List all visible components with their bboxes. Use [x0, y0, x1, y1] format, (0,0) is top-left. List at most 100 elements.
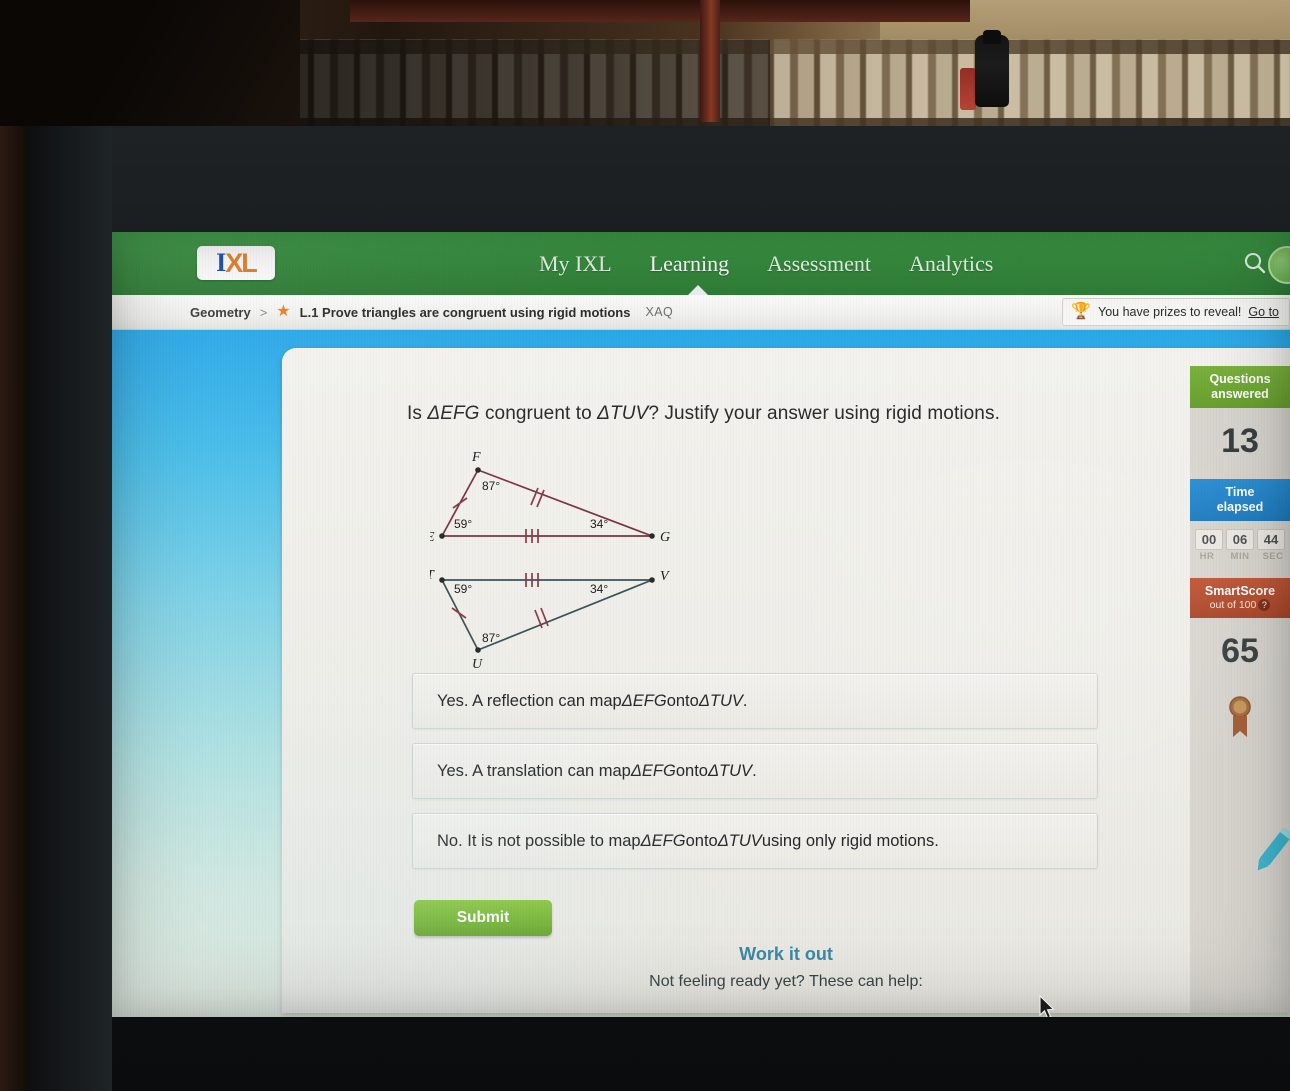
work-it-out-section: Work it out Not feeling ready yet? These… — [282, 944, 1290, 991]
svg-text:59°: 59° — [454, 517, 472, 531]
prompt-triangle-efg: ΔEFG — [427, 403, 480, 424]
option-1-t1: ΔEFG — [621, 691, 667, 710]
svg-text:87°: 87° — [482, 479, 500, 493]
option-2-pre: Yes. A translation can map — [437, 761, 631, 780]
question-card-inner: Is ΔEFG congruent to ΔTUV? Justify your … — [282, 348, 1290, 1013]
questions-answered-value: 13 — [1221, 422, 1259, 460]
trophy-icon: 🏆 — [1071, 303, 1092, 320]
geometry-diagram: E F G 87° 59° 34° — [425, 448, 730, 683]
prize-banner[interactable]: 🏆 You have prizes to reveal! Go to — [1062, 298, 1290, 326]
award-ribbon-icon — [1225, 695, 1255, 746]
questions-answered-label-1: Questions — [1209, 372, 1271, 386]
option-3-post: using only rigid motions. — [761, 831, 939, 850]
answer-options: Yes. A reflection can map ΔEFG onto ΔTUV… — [412, 673, 1098, 883]
black-bottle — [975, 35, 1009, 107]
option-2-mid: onto — [675, 761, 708, 780]
logo-letter-i: I — [216, 248, 226, 277]
option-3-mid: onto — [685, 831, 718, 850]
smartscore-header: SmartScore out of 100? — [1190, 578, 1290, 618]
timer-minutes: 06 — [1226, 529, 1254, 550]
question-card: Is ΔEFG congruent to ΔTUV? Justify your … — [282, 348, 1290, 1013]
room-backdrop — [0, 0, 1290, 130]
star-icon[interactable]: ★ — [276, 304, 290, 320]
svg-text:T: T — [430, 568, 435, 583]
question-mark-icon[interactable]: ? — [1258, 599, 1271, 612]
submit-button[interactable]: Submit — [414, 900, 552, 936]
option-3-t2: ΔTUV — [717, 831, 762, 850]
timer-hours: 00 — [1195, 529, 1223, 550]
smartscore-value: 65 — [1221, 631, 1259, 670]
timer-sec-label: SEC — [1262, 551, 1284, 562]
logo-letters-xl: XL — [225, 247, 257, 278]
breadcrumb-separator: > — [259, 304, 268, 320]
svg-text:V: V — [660, 569, 670, 584]
svg-text:F: F — [471, 450, 481, 465]
svg-text:59°: 59° — [454, 582, 472, 596]
timer-min-label: MIN — [1230, 551, 1250, 562]
prize-banner-link[interactable]: Go to — [1248, 305, 1279, 319]
breadcrumb-subject[interactable]: Geometry — [190, 305, 251, 320]
questions-answered-header: Questions answered — [1190, 366, 1290, 408]
table-top — [350, 0, 970, 22]
svg-text:G: G — [660, 530, 670, 545]
elapsed-timer: 00 06 44 — [1195, 521, 1285, 551]
mouse-pointer-icon — [1039, 994, 1057, 1017]
work-it-out-title[interactable]: Work it out — [282, 944, 1290, 965]
question-prompt: Is ΔEFG congruent to ΔTUV? Justify your … — [407, 403, 1000, 425]
svg-text:34°: 34° — [590, 582, 608, 596]
answer-option-3[interactable]: No. It is not possible to map ΔEFG onto … — [412, 813, 1098, 869]
option-2-t1: ΔEFG — [630, 761, 676, 780]
timer-hr-label: HR — [1199, 551, 1215, 562]
prompt-prefix: Is — [407, 403, 428, 424]
time-elapsed-label-2: elapsed — [1216, 500, 1264, 514]
breadcrumb-skill-name: L.1 Prove triangles are congruent using … — [299, 304, 631, 320]
option-3-pre: No. It is not possible to map — [437, 831, 641, 850]
time-elapsed-label-1: Time — [1225, 485, 1255, 499]
smartscore-subheader: out of 100? — [1190, 599, 1290, 612]
option-2-post: . — [752, 761, 757, 780]
nav-item-my-ixl[interactable]: My IXL — [537, 247, 614, 281]
nav-item-analytics[interactable]: Analytics — [907, 247, 995, 281]
triangle-tuv: T U V 59° 87° 34° — [426, 568, 670, 672]
prompt-suffix: ? Justify your answer using rigid motion… — [648, 403, 1000, 424]
svg-text:87°: 87° — [482, 631, 500, 645]
timer-seconds: 44 — [1257, 529, 1285, 550]
ixl-logo[interactable]: I XL — [197, 246, 275, 280]
prompt-triangle-tuv: ΔTUV — [597, 403, 649, 424]
wood-surface-edge — [0, 126, 26, 1091]
triangle-efg: E F G 87° 59° 34° — [425, 450, 670, 545]
option-1-pre: Yes. A reflection can map — [437, 691, 622, 710]
option-1-mid: onto — [666, 691, 699, 710]
prompt-mid: congruent to — [479, 403, 598, 424]
pencil-icon — [1247, 819, 1290, 881]
breadcrumb-bar: Geometry > ★ L.1 Prove triangles are con… — [112, 295, 1290, 330]
timer-unit-labels: HR MIN SEC — [1192, 551, 1288, 562]
user-avatar[interactable] — [1268, 246, 1290, 284]
time-elapsed-header: Time elapsed — [1190, 479, 1290, 521]
stats-sidebar: Questions answered 13 Time elapsed 00 06… — [1190, 366, 1290, 1013]
table-leg — [700, 0, 720, 122]
work-it-out-subtitle: Not feeling ready yet? These can help: — [649, 973, 923, 990]
smartscore-label: SmartScore — [1204, 584, 1276, 598]
smartscore-out-of-text: out of 100 — [1209, 599, 1257, 611]
option-2-t2: ΔTUV — [707, 761, 753, 780]
questions-answered-label-2: answered — [1211, 387, 1269, 401]
svg-text:E: E — [430, 530, 435, 545]
search-icon[interactable] — [1242, 250, 1268, 276]
red-object — [960, 68, 976, 110]
laptop-screen: I XL My IXL Learning Assessment Analytics… — [112, 232, 1290, 1017]
answer-option-1[interactable]: Yes. A reflection can map ΔEFG onto ΔTUV… — [412, 673, 1098, 729]
svg-text:34°: 34° — [590, 517, 608, 531]
page-background: Is ΔEFG congruent to ΔTUV? Justify your … — [112, 330, 1290, 1017]
dark-foreground-mass — [0, 0, 300, 130]
breadcrumb-skill-code: XAQ — [645, 305, 674, 319]
option-1-t2: ΔTUV — [698, 691, 743, 710]
breadcrumb: Geometry > ★ L.1 Prove triangles are con… — [190, 304, 673, 320]
answer-option-2[interactable]: Yes. A translation can map ΔEFG onto ΔTU… — [412, 743, 1098, 799]
top-navigation-bar: I XL My IXL Learning Assessment Analytics — [112, 232, 1290, 296]
option-3-t1: ΔEFG — [640, 831, 686, 850]
nav-item-assessment[interactable]: Assessment — [765, 247, 873, 281]
nav-links: My IXL Learning Assessment Analytics — [537, 232, 995, 295]
nav-item-learning[interactable]: Learning — [648, 247, 731, 281]
prize-banner-text: You have prizes to reveal! — [1098, 305, 1242, 319]
